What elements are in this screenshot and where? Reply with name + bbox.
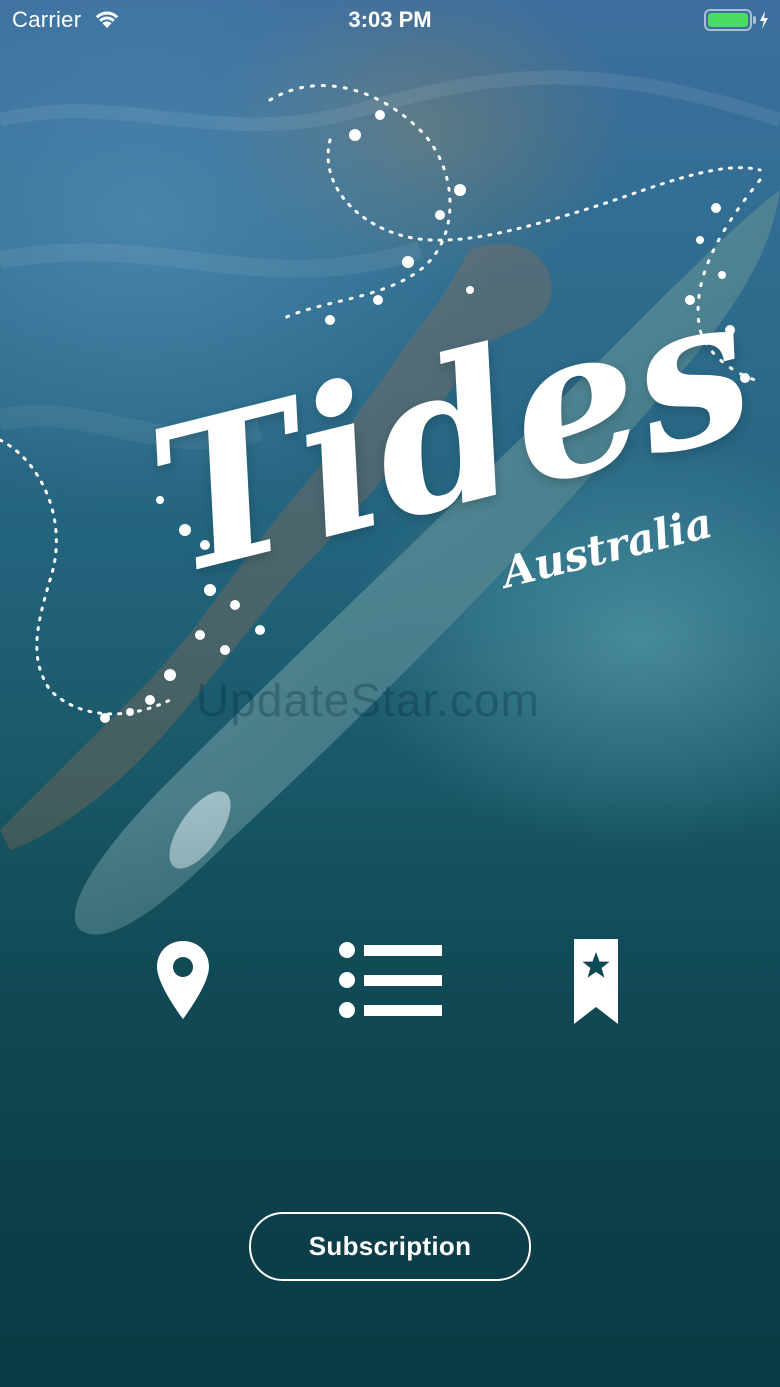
- battery-icon: [704, 9, 768, 31]
- list-icon: [339, 942, 442, 1018]
- status-bar: Carrier 3:03 PM: [0, 0, 780, 40]
- splash-screen: Carrier 3:03 PM Tides Australia UpdateSt…: [0, 0, 780, 1387]
- main-nav: [0, 930, 780, 1030]
- subscription-button[interactable]: Subscription: [249, 1212, 531, 1281]
- watermark-text: UpdateStar.com: [196, 674, 540, 726]
- map-pin-icon: [157, 941, 209, 1019]
- status-time: 3:03 PM: [348, 7, 432, 32]
- tide-list-button[interactable]: [330, 930, 450, 1030]
- locations-button[interactable]: [140, 930, 226, 1030]
- favorites-button[interactable]: [560, 930, 632, 1030]
- bookmark-star-icon: [574, 939, 618, 1024]
